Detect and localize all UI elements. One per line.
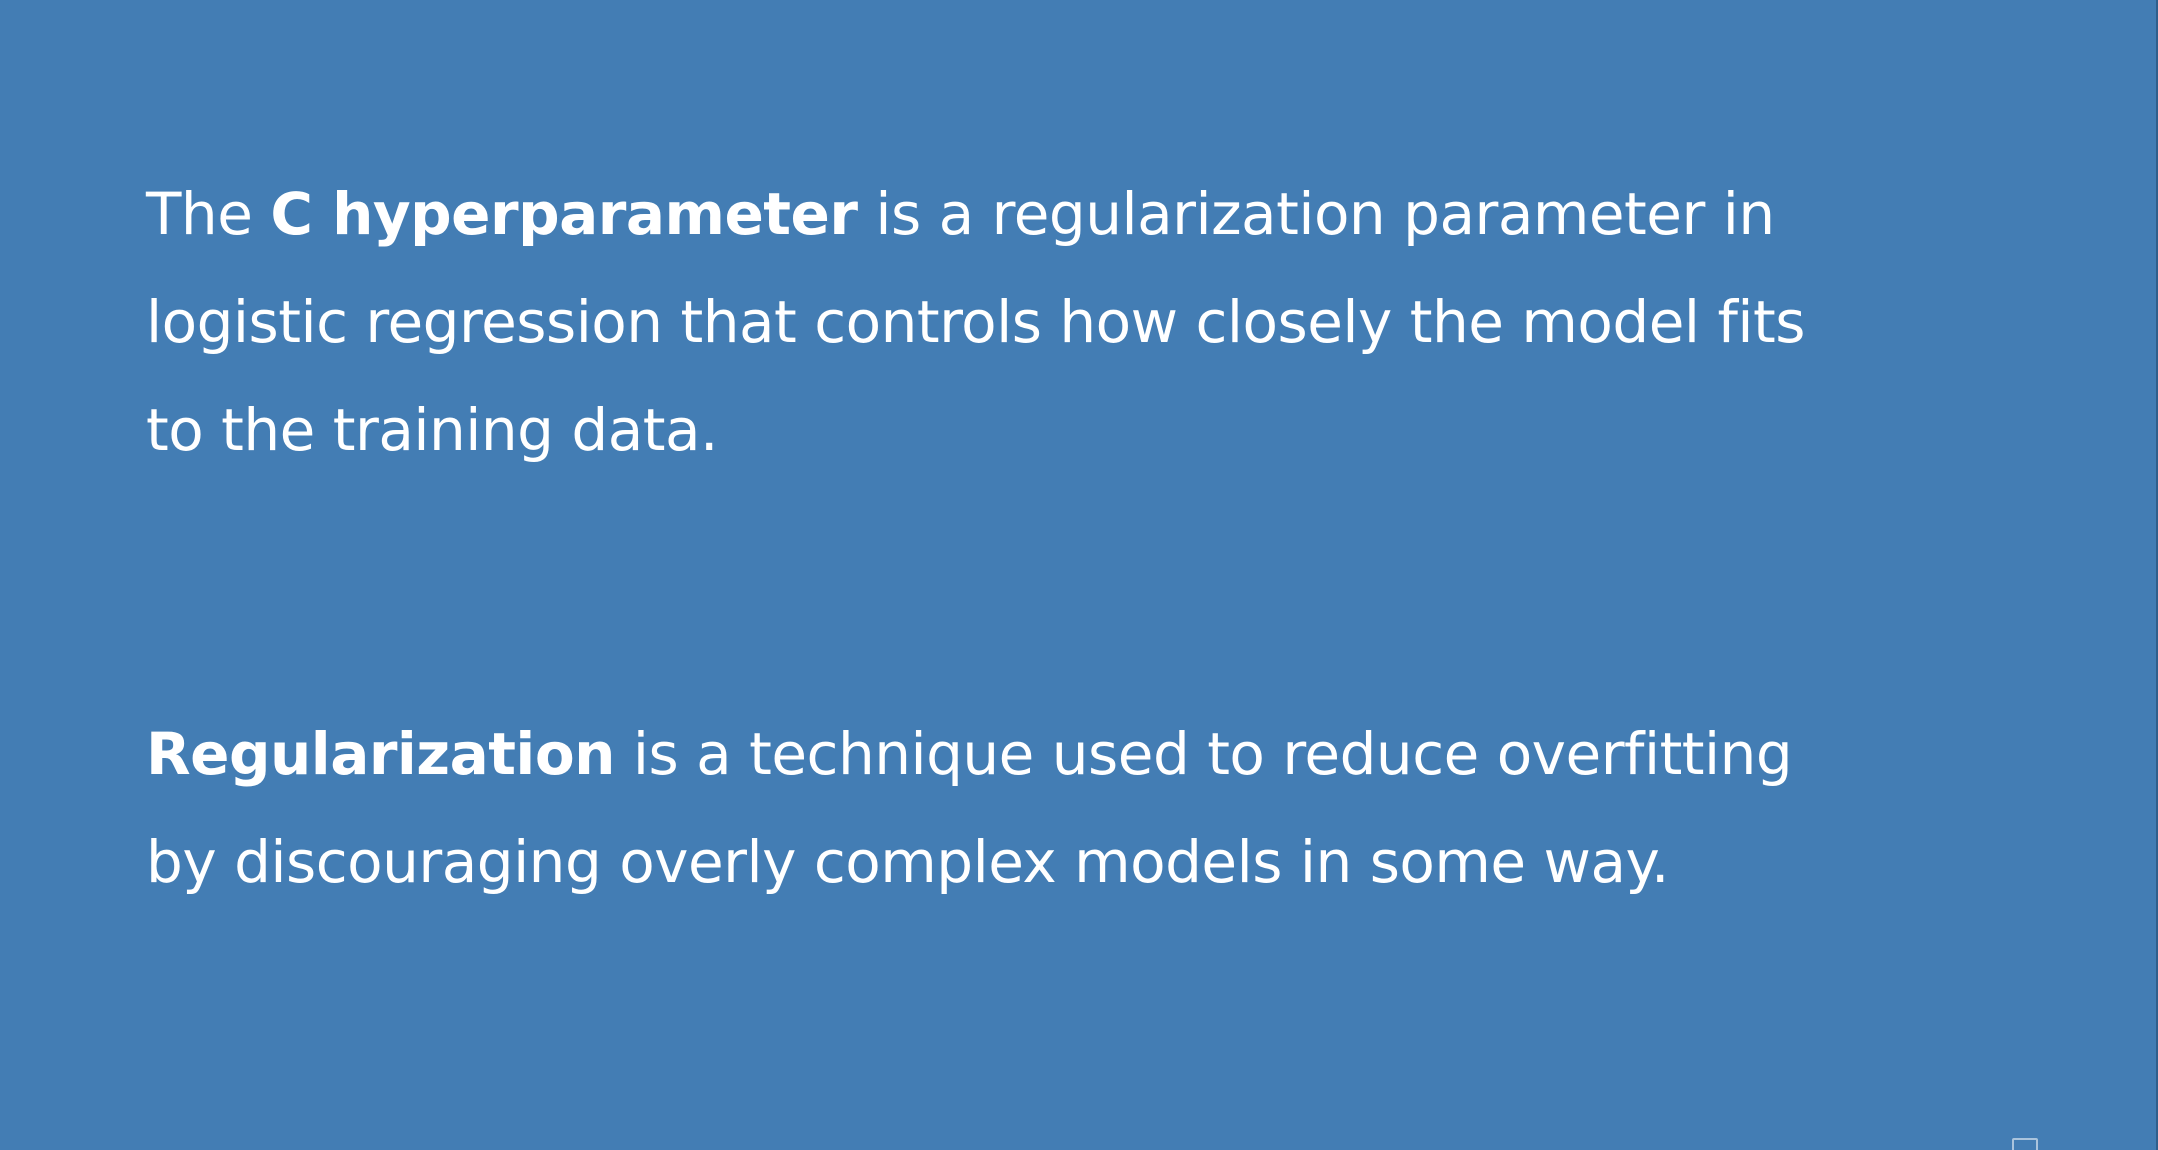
c-hyperparameter-definition: The C hyperparameter is a regularization… <box>146 160 1805 484</box>
regularization-line-2: by discouraging overly complex models in… <box>146 828 1670 896</box>
definition-line-3: to the training data. <box>146 396 718 464</box>
regularization-definition: Regularization is a technique used to re… <box>146 700 1793 916</box>
regularization-line-1: Regularization is a technique used to re… <box>146 700 1793 808</box>
regularization-term: Regularization <box>146 720 615 788</box>
definition-line-1-suffix: is a regularization parameter in <box>857 180 1775 248</box>
watermark-icon <box>2012 1138 2038 1150</box>
c-hyperparameter-term: C hyperparameter <box>270 180 858 248</box>
definition-line-1: The C hyperparameter is a regularization… <box>146 160 1805 268</box>
definition-line-2: logistic regression that controls how cl… <box>146 288 1805 356</box>
slide: The C hyperparameter is a regularization… <box>0 0 2158 1150</box>
regularization-line-1-suffix: is a technique used to reduce overfittin… <box>614 720 1793 788</box>
definition-line-1-prefix: The <box>146 180 271 248</box>
